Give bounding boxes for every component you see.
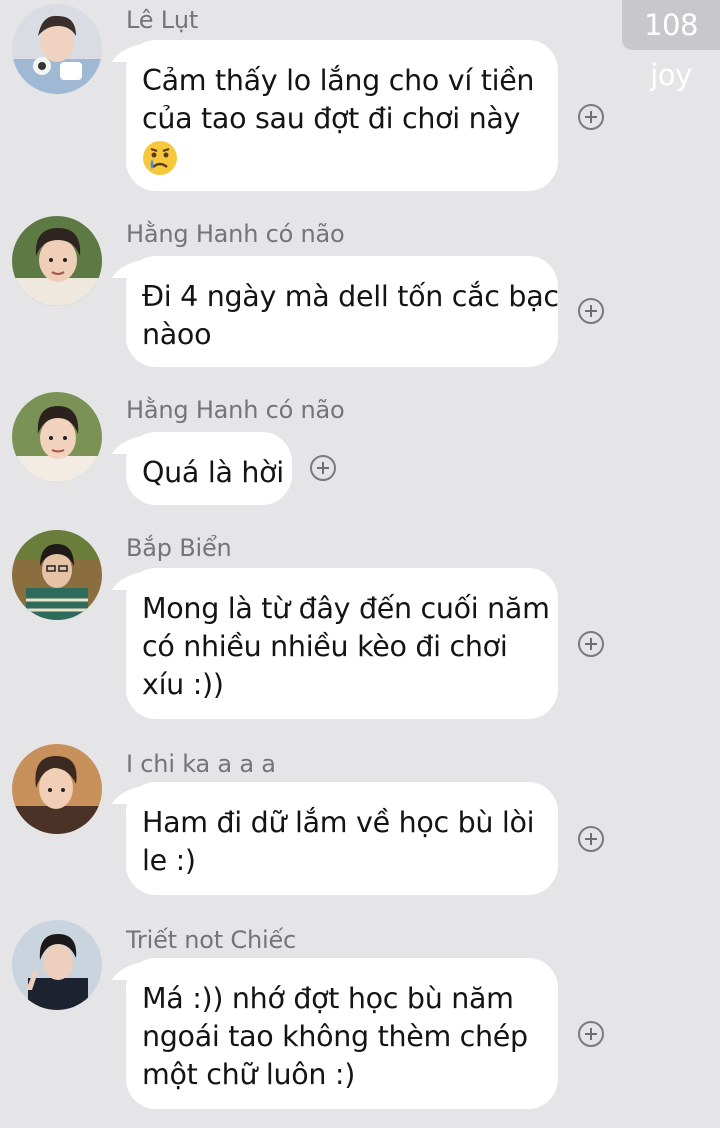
sender-name: Triết not Chiếc — [126, 926, 297, 954]
message-bubble[interactable]: Quá là hời — [126, 432, 292, 505]
avatar[interactable] — [12, 4, 102, 94]
avatar[interactable] — [12, 392, 102, 482]
sender-name: Lê Lụt — [126, 6, 199, 34]
crying-face-emoji — [143, 141, 177, 175]
message-text-line: xíu :)) — [142, 668, 224, 701]
message-text-line: le :) — [142, 844, 196, 877]
message-text-line: Quá là hời — [142, 456, 284, 489]
message-text-line: nàoo — [142, 318, 212, 351]
sender-name: Hằng Hanh có não — [126, 220, 345, 248]
avatar[interactable] — [12, 744, 102, 834]
add-reaction-icon[interactable] — [578, 104, 604, 130]
message-text-line: của tao sau đợt đi chơi này — [142, 102, 521, 135]
add-reaction-icon[interactable] — [578, 826, 604, 852]
add-reaction-icon[interactable] — [578, 298, 604, 324]
message-text-line: có nhiều nhiều kèo đi chơi — [142, 630, 508, 663]
message-text-line: ngoái tao không thèm chép — [142, 1020, 528, 1053]
joy-reaction-badge[interactable]: 108 joy — [622, 0, 720, 92]
message-text-line: Đi 4 ngày mà dell tốn cắc bạc — [142, 280, 559, 313]
sender-name: Bắp Biển — [126, 534, 232, 562]
avatar[interactable] — [12, 216, 102, 306]
add-reaction-icon[interactable] — [578, 1021, 604, 1047]
message-bubble[interactable]: Mong là từ đây đến cuối năm có nhiều nhi… — [126, 568, 558, 719]
message-text-line: Cảm thấy lo lắng cho ví tiền — [142, 64, 535, 97]
message-text-line: Ham đi dữ lắm về học bù lòi — [142, 806, 535, 839]
sender-name: Hằng Hanh có não — [126, 396, 345, 424]
message-text-line: Má :)) nhớ đợt học bù năm — [142, 982, 514, 1015]
avatar[interactable] — [12, 530, 102, 620]
sender-name: I chi ka a a a — [126, 750, 276, 778]
message-bubble[interactable]: Cảm thấy lo lắng cho ví tiền của tao sau… — [126, 40, 558, 191]
joy-count: 108 — [644, 8, 698, 42]
joy-label: joy — [650, 58, 692, 92]
message-text-line: Mong là từ đây đến cuối năm — [142, 592, 550, 625]
avatar[interactable] — [12, 920, 102, 1010]
chat-area[interactable]: 108 joy Lê Lụt Cảm thấy lo lắng cho ví t… — [0, 0, 720, 1128]
add-reaction-icon[interactable] — [578, 631, 604, 657]
message-text-line: một chữ luôn :) — [142, 1058, 356, 1091]
message-bubble[interactable]: Má :)) nhớ đợt học bù năm ngoái tao khôn… — [126, 958, 558, 1109]
add-reaction-icon[interactable] — [310, 455, 336, 481]
message-bubble[interactable]: Ham đi dữ lắm về học bù lòi le :) — [126, 782, 558, 895]
message-bubble[interactable]: Đi 4 ngày mà dell tốn cắc bạc nàoo — [126, 256, 559, 367]
